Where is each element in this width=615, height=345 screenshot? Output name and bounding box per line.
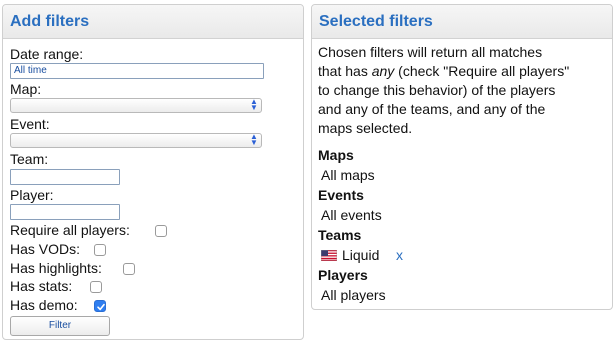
- event-select[interactable]: ▲ ▼: [10, 133, 262, 148]
- map-label: Map:: [10, 81, 42, 97]
- description-text: (check "Require all players": [394, 63, 570, 79]
- description-line: to change this behavior) of the players: [318, 82, 556, 98]
- description-text: that has: [318, 63, 372, 79]
- require-all-players-checkbox[interactable]: [155, 225, 167, 237]
- players-value: All players: [321, 287, 386, 303]
- has-stats-checkbox[interactable]: [90, 281, 102, 293]
- us-flag-icon: [321, 250, 337, 261]
- events-heading: Events: [318, 187, 364, 203]
- filter-button[interactable]: Filter: [10, 316, 110, 336]
- map-select[interactable]: ▲ ▼: [10, 98, 262, 113]
- filters-description: Chosen filters will return all matches t…: [318, 43, 569, 138]
- has-stats-label: Has stats:: [10, 278, 73, 294]
- maps-value: All maps: [321, 167, 375, 183]
- has-demo-label: Has demo:: [10, 297, 78, 313]
- add-filters-title: Add filters: [3, 5, 303, 39]
- team-input[interactable]: [10, 169, 120, 185]
- event-label: Event:: [10, 116, 50, 132]
- add-filters-panel: Add filters Date range: All time Map: ▲ ▼…: [2, 4, 304, 340]
- has-demo-checkbox[interactable]: [94, 300, 106, 312]
- events-value: All events: [321, 207, 382, 223]
- team-label: Team:: [10, 151, 49, 167]
- remove-team-liquid-button[interactable]: x: [396, 247, 403, 263]
- require-all-players-label: Require all players:: [10, 222, 130, 238]
- player-label: Player:: [10, 187, 54, 203]
- description-emphasis: any: [371, 63, 395, 79]
- team-liquid-label: Liquid: [342, 247, 380, 263]
- has-vods-label: Has VODs:: [10, 241, 81, 257]
- selected-filters-title: Selected filters: [312, 5, 612, 39]
- description-line: that has any (check "Require all players…: [318, 62, 569, 81]
- description-line: and any of the teams, and any of the: [318, 101, 546, 117]
- has-highlights-checkbox[interactable]: [123, 263, 135, 275]
- maps-heading: Maps: [318, 147, 354, 163]
- checkmark-icon: [97, 303, 105, 311]
- teams-heading: Teams: [318, 227, 362, 243]
- players-heading: Players: [318, 267, 368, 283]
- description-line: Chosen filters will return all matches: [318, 44, 543, 60]
- selected-filters-panel: Selected filters Chosen filters will ret…: [311, 4, 613, 310]
- select-arrows-icon: ▲ ▼: [250, 132, 258, 147]
- has-highlights-label: Has highlights:: [10, 260, 102, 276]
- player-input[interactable]: [10, 204, 120, 220]
- has-vods-checkbox[interactable]: [94, 244, 106, 256]
- description-line: maps selected.: [318, 120, 413, 136]
- date-range-label: Date range:: [10, 46, 84, 62]
- date-range-input[interactable]: All time: [10, 63, 264, 79]
- select-arrows-icon: ▲ ▼: [250, 97, 258, 112]
